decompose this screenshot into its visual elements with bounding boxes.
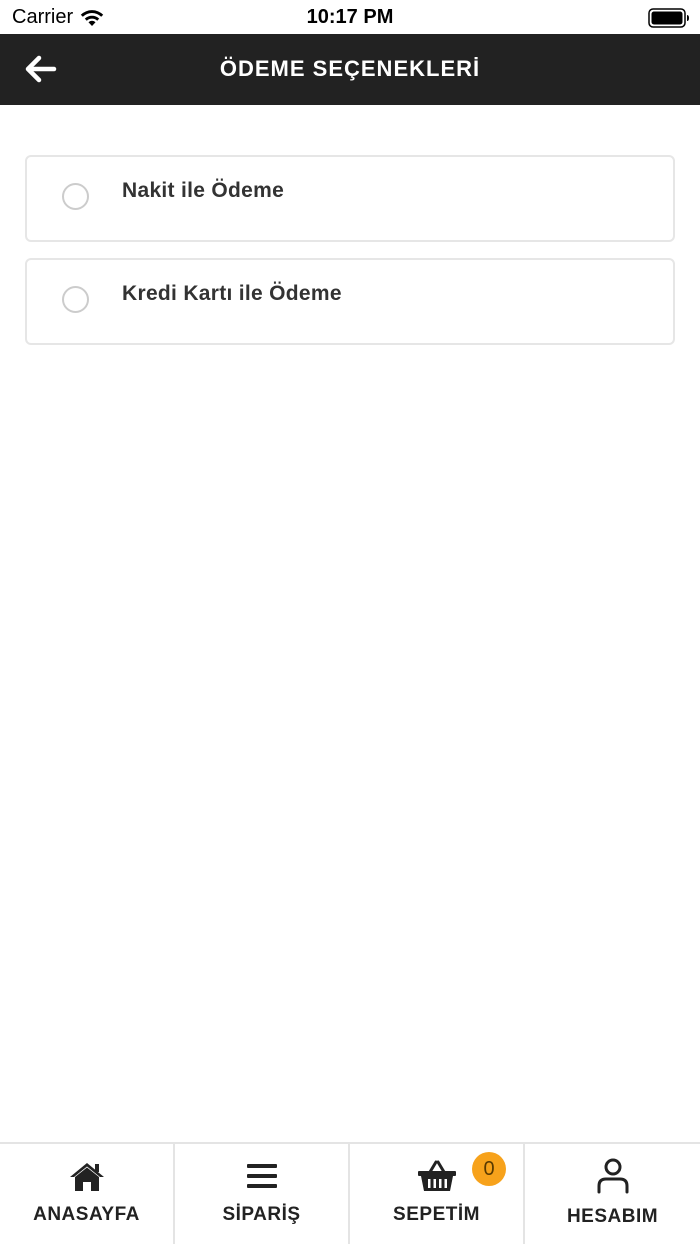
battery-icon (648, 8, 689, 28)
nav-label: HESABIM (566, 1206, 659, 1227)
app-header: ÖDEME SEÇENEKLERİ (0, 34, 700, 105)
payment-option-cash[interactable]: Nakit ile Ödeme (25, 155, 675, 242)
payment-option-label: Kredi Kartı ile Ödeme (122, 282, 342, 305)
radio-button[interactable] (62, 183, 89, 210)
nav-label: SİPARİŞ (222, 1204, 301, 1225)
nav-item-orders[interactable]: SİPARİŞ (175, 1144, 350, 1244)
payment-options-list: Nakit ile Ödeme Kredi Kartı ile Ödeme (25, 155, 675, 361)
payment-option-credit-card[interactable]: Kredi Kartı ile Ödeme (25, 258, 675, 345)
user-icon (593, 1158, 633, 1194)
payment-option-label: Nakit ile Ödeme (122, 179, 285, 202)
nav-item-account[interactable]: HESABIM (525, 1144, 700, 1244)
nav-label: ANASAYFA (33, 1204, 140, 1225)
nav-label: SEPETİM (393, 1204, 480, 1225)
nav-item-cart[interactable]: 0 SEPETİM (350, 1144, 525, 1244)
page-title: ÖDEME SEÇENEKLERİ (219, 56, 481, 81)
nav-item-home[interactable]: ANASAYFA (0, 1144, 175, 1244)
list-icon (242, 1158, 282, 1194)
status-bar: Carrier 10:17 PM (0, 0, 700, 34)
cart-count-badge: 0 (472, 1152, 506, 1186)
basket-icon (417, 1158, 457, 1194)
radio-button[interactable] (62, 286, 89, 313)
status-time: 10:17 PM (306, 6, 394, 28)
bottom-navigation: ANASAYFA SİPARİŞ 0 SEPETİM HESABIM (0, 1142, 700, 1244)
home-icon (67, 1158, 107, 1194)
